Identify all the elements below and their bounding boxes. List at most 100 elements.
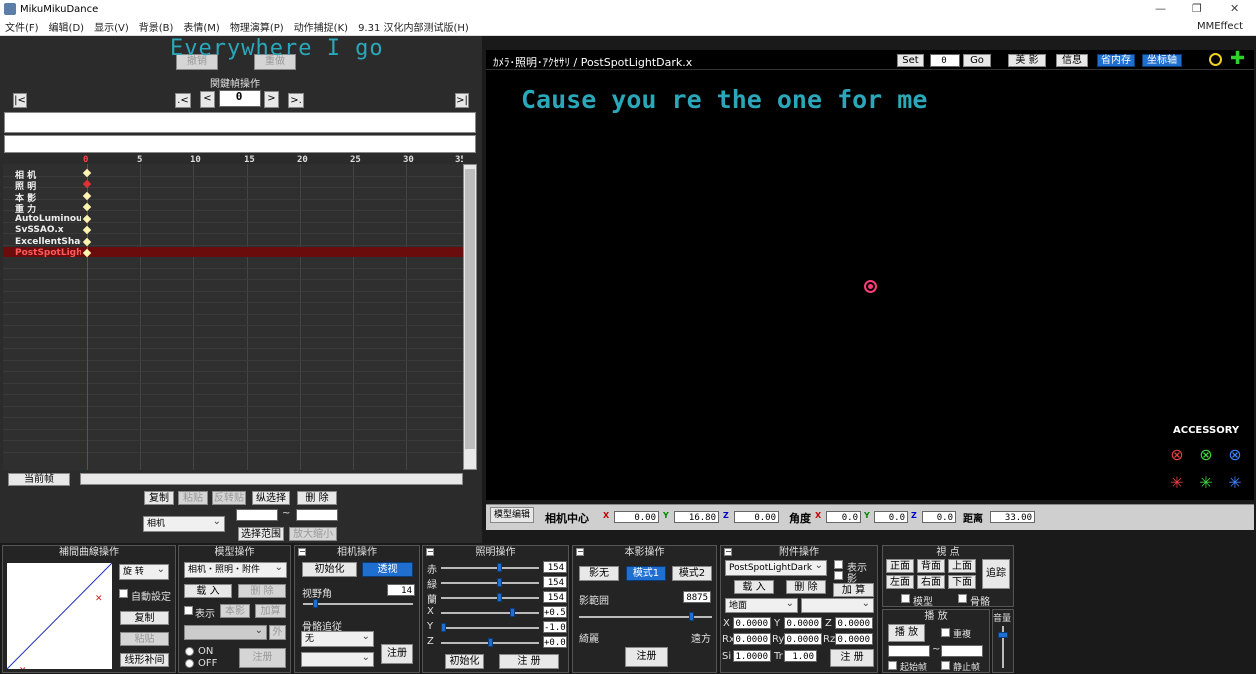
interp-paste-button[interactable]: 粘贴 (120, 632, 169, 646)
menu-expression[interactable]: 表情(M) (183, 19, 219, 34)
zoom-icon[interactable] (1209, 53, 1222, 66)
model-off-radio[interactable] (185, 659, 194, 668)
play-end-input[interactable] (941, 645, 983, 657)
rotate-x-icon[interactable]: ⊗ (1167, 446, 1187, 464)
reverse-paste-button[interactable]: 反转贴 (212, 491, 246, 505)
minimize-icon[interactable]: — (1155, 2, 1166, 15)
view-follow-button[interactable]: 追踪 (982, 559, 1010, 589)
bone-follow-bone-select[interactable] (301, 651, 374, 667)
angle-z-input[interactable]: 0.0 (922, 511, 956, 523)
angle-y-input[interactable]: 0.0 (874, 511, 908, 523)
view-bottom-button[interactable]: 下面 (948, 575, 976, 589)
copy-button[interactable]: 复制 (144, 491, 174, 505)
timeline-grid[interactable] (3, 164, 463, 470)
camera-z-input[interactable]: 0.00 (734, 511, 779, 523)
light-init-button[interactable]: 初始化 (445, 654, 484, 669)
light-x-knob[interactable] (510, 608, 515, 617)
interp-curve-editor[interactable]: ✕ ✕ (7, 563, 112, 669)
linear-interp-button[interactable]: 线形补间 (120, 653, 169, 667)
menu-file[interactable]: 文件(F) (5, 19, 39, 34)
shadow-mode2-button[interactable]: 模式2 (672, 566, 712, 581)
light-green-knob[interactable] (497, 578, 502, 587)
menu-view[interactable]: 显示(V) (94, 19, 129, 34)
view-front-button[interactable]: 正面 (886, 559, 914, 573)
accessory-parent-bone-select[interactable] (801, 597, 874, 613)
accessory-select-dropdown[interactable]: PostSpotLightDark (725, 559, 827, 576)
play-start-input[interactable] (888, 645, 930, 657)
accessory-register-button[interactable]: 注 册 (830, 649, 874, 667)
zoom-range-button[interactable]: 放大缩小 (289, 527, 337, 541)
bone-follow-model-select[interactable]: 无 (301, 630, 374, 647)
accessory-shadow-checkbox[interactable] (834, 571, 843, 580)
range-end-input[interactable] (296, 509, 338, 521)
save-memory-button[interactable]: 省内存 (1097, 54, 1135, 67)
interp-copy-button[interactable]: 复制 (120, 611, 169, 625)
move-x-icon[interactable]: ✳ (1167, 474, 1187, 492)
camera-select-dropdown[interactable]: 相机 (143, 515, 225, 532)
menu-motion-capture[interactable]: 动作捕捉(K) (294, 19, 348, 34)
model-show-checkbox[interactable] (184, 606, 193, 615)
next-key-button[interactable]: >. (288, 93, 304, 108)
view-right-button[interactable]: 右面 (917, 575, 945, 589)
move-y-icon[interactable]: ✳ (1196, 474, 1216, 492)
model-edit-button[interactable]: 模型编辑 (490, 507, 534, 523)
model-add-button[interactable]: 加算 (255, 604, 286, 618)
light-z-input[interactable]: +0.0 (543, 636, 567, 648)
view-model-checkbox[interactable] (901, 594, 910, 603)
distance-input[interactable]: 33.00 (990, 511, 1035, 523)
move-z-icon[interactable]: ✳ (1225, 474, 1245, 492)
model-load-button[interactable]: 载 入 (184, 584, 232, 598)
camera-init-button[interactable]: 初始化 (302, 562, 357, 577)
light-green-slider[interactable] (441, 582, 539, 584)
light-x-input[interactable]: +0.5 (543, 606, 567, 618)
range-select-button[interactable]: 纵选择 (252, 491, 290, 505)
accessory-show-checkbox[interactable] (834, 560, 843, 569)
light-blue-input[interactable]: 154 (543, 591, 567, 603)
accessory-transparency-input[interactable]: 1.00 (784, 650, 817, 662)
light-y-slider[interactable] (441, 627, 539, 629)
rotate-z-icon[interactable]: ⊗ (1225, 446, 1245, 464)
fov-slider[interactable] (303, 603, 413, 605)
bone-name-field[interactable] (4, 112, 476, 133)
interp-axis-select[interactable]: 旋 转 (119, 563, 169, 580)
delete-button[interactable]: 删 除 (297, 491, 337, 505)
accessory-parent-model-select[interactable]: 地面 (725, 597, 798, 613)
last-frame-button[interactable]: >| (455, 93, 469, 108)
track-postspotlight[interactable]: PostSpotLightDark (15, 248, 81, 258)
model-delete-button[interactable]: 删 除 (238, 584, 286, 598)
shadow-mode1-button[interactable]: 模式1 (626, 566, 666, 581)
play-button[interactable]: 播 放 (888, 624, 925, 642)
menu-mmeffect[interactable]: MMEffect (1197, 21, 1243, 32)
shadow-range-input[interactable]: 8875 (683, 591, 711, 603)
repeat-checkbox[interactable] (941, 628, 950, 637)
light-register-button[interactable]: 注 册 (499, 654, 559, 669)
model-on-radio[interactable] (185, 647, 194, 656)
accessory-delete-button[interactable]: 删 除 (786, 580, 826, 594)
perspective-button[interactable]: 透视 (362, 562, 413, 577)
camera-y-input[interactable]: 16.80 (674, 511, 719, 523)
move-icon[interactable]: ✚ (1230, 50, 1245, 68)
model-external-select[interactable] (184, 624, 267, 640)
menu-background[interactable]: 背景(B) (139, 19, 174, 34)
paste-button[interactable]: 粘贴 (178, 491, 208, 505)
model-select-dropdown[interactable]: 相机・照明・附件 (184, 561, 287, 578)
interp-handle-2[interactable]: ✕ (95, 594, 103, 604)
menu-edit[interactable]: 编辑(D) (49, 19, 85, 34)
menu-physics[interactable]: 物理演算(P) (230, 19, 284, 34)
accessory-x-input[interactable]: 0.0000 (733, 617, 771, 629)
3d-viewport[interactable] (486, 50, 1254, 500)
light-z-knob[interactable] (488, 638, 493, 647)
light-y-input[interactable]: -1.0 (543, 621, 567, 633)
light-green-input[interactable]: 154 (543, 576, 567, 588)
light-blue-knob[interactable] (497, 593, 502, 602)
shadow-none-button[interactable]: 影无 (579, 566, 619, 581)
light-blue-slider[interactable] (441, 597, 539, 599)
light-red-knob[interactable] (497, 563, 502, 572)
go-button[interactable]: Go (963, 54, 991, 67)
axis-button[interactable]: 坐标轴 (1142, 54, 1182, 67)
interp-handle-1[interactable]: ✕ (19, 666, 27, 669)
prev-key-button[interactable]: .< (175, 93, 191, 108)
shadow-range-knob[interactable] (689, 612, 694, 621)
model-this-shadow-button[interactable]: 本影 (220, 604, 250, 618)
model-external-button[interactable]: 外 (269, 625, 286, 640)
